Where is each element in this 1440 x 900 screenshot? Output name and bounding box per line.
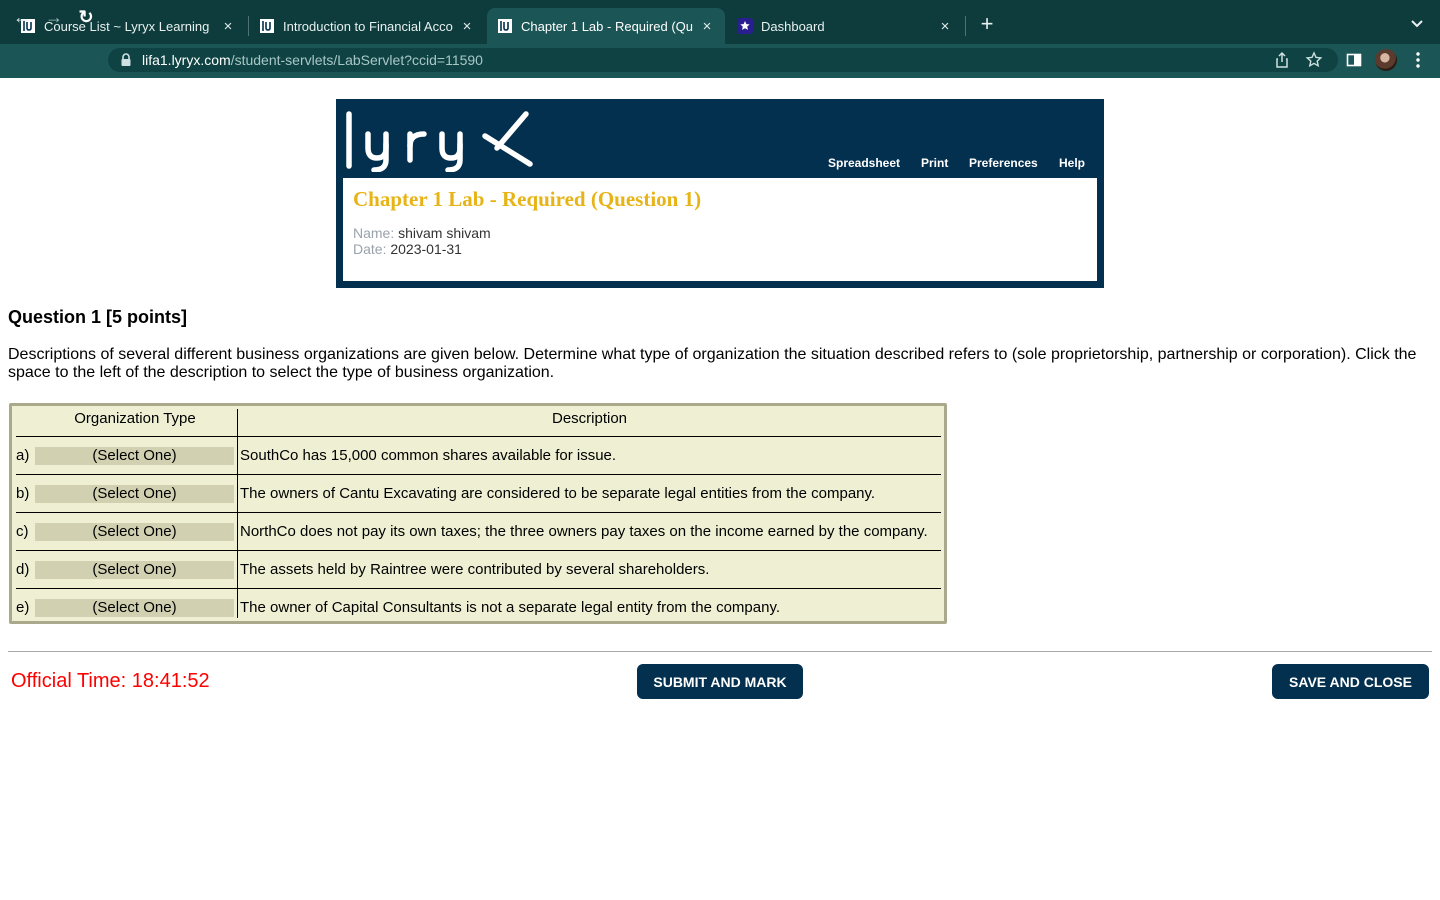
footer-divider bbox=[8, 651, 1432, 652]
row-label: d) bbox=[16, 561, 30, 578]
row-divider bbox=[16, 550, 941, 551]
column-header-organization-type: Organization Type bbox=[74, 410, 196, 427]
spreadsheet-link[interactable]: Spreadsheet bbox=[828, 156, 900, 170]
tab-close-icon[interactable]: × bbox=[937, 18, 953, 35]
row-description: The owners of Cantu Excavating are consi… bbox=[240, 485, 876, 502]
row-description: SouthCo has 15,000 common shares availab… bbox=[240, 447, 617, 464]
row-label: e) bbox=[16, 599, 30, 616]
lab-date: Date: 2023-01-31 bbox=[353, 241, 462, 257]
url-path: /student-servlets/LabServlet?ccid=11590 bbox=[230, 52, 483, 68]
row-description: The assets held by Raintree were contrib… bbox=[240, 561, 710, 578]
column-header-description: Description bbox=[551, 410, 628, 427]
tab-title: Introduction to Financial Accou bbox=[283, 18, 453, 34]
row-divider bbox=[16, 588, 941, 589]
org-type-select-c[interactable]: (Select One) bbox=[35, 523, 234, 541]
side-panel-icon[interactable] bbox=[1345, 51, 1363, 69]
lyryx-logo bbox=[344, 108, 536, 173]
browser-menu-icon[interactable] bbox=[1410, 50, 1426, 70]
row-divider bbox=[16, 436, 941, 437]
row-description: NorthCo does not pay its own taxes; the … bbox=[240, 523, 928, 540]
help-link[interactable]: Help bbox=[1059, 156, 1085, 170]
tab-chapter-lab[interactable]: Chapter 1 Lab - Required (Que × bbox=[487, 8, 725, 44]
org-type-select-d[interactable]: (Select One) bbox=[35, 561, 234, 579]
url-host: lifa1.lyryx.com bbox=[142, 52, 231, 68]
lyryx-favicon-icon bbox=[259, 18, 275, 34]
lab-title: Chapter 1 Lab - Required (Question 1) bbox=[353, 187, 702, 211]
column-divider bbox=[237, 409, 238, 618]
tab-title: Dashboard bbox=[761, 18, 825, 34]
tab-intro-financial[interactable]: Introduction to Financial Accou × bbox=[249, 8, 485, 44]
org-type-select-e[interactable]: (Select One) bbox=[35, 599, 234, 617]
row-description: The owner of Capital Consultants is not … bbox=[240, 599, 781, 616]
row-divider bbox=[16, 512, 941, 513]
back-button[interactable]: ← bbox=[10, 6, 34, 28]
print-link[interactable]: Print bbox=[921, 156, 948, 170]
tab-title: Chapter 1 Lab - Required (Que bbox=[521, 18, 693, 34]
org-type-select-a[interactable]: (Select One) bbox=[35, 447, 234, 465]
tab-separator bbox=[965, 16, 966, 36]
row-label: a) bbox=[16, 447, 30, 464]
reload-button[interactable]: ↻ bbox=[74, 6, 98, 28]
profile-avatar[interactable] bbox=[1375, 49, 1397, 71]
star-favicon-icon bbox=[737, 18, 753, 34]
tab-search-chevron-icon[interactable] bbox=[1406, 14, 1428, 34]
org-type-select-b[interactable]: (Select One) bbox=[35, 485, 234, 503]
date-value: 2023-01-31 bbox=[390, 241, 462, 257]
row-label: b) bbox=[16, 485, 30, 502]
lyryx-favicon-icon bbox=[497, 18, 513, 34]
official-time: Official Time: 18:41:52 bbox=[11, 670, 210, 692]
tab-title: Course List ~ Lyryx Learning In bbox=[44, 18, 214, 34]
name-value: shivam shivam bbox=[398, 225, 491, 241]
bookmark-star-icon[interactable] bbox=[1305, 51, 1323, 69]
url-text[interactable]: lifa1.lyryx.com/student-servlets/LabServ… bbox=[142, 51, 483, 69]
tab-close-icon[interactable]: × bbox=[220, 18, 236, 35]
row-divider bbox=[16, 474, 941, 475]
name-label: Name: bbox=[353, 225, 395, 241]
question-heading: Question 1 [5 points] bbox=[8, 307, 188, 327]
preferences-link[interactable]: Preferences bbox=[969, 156, 1038, 170]
tab-close-icon[interactable]: × bbox=[699, 18, 715, 35]
question-instructions: Descriptions of several different busine… bbox=[8, 346, 1417, 381]
new-tab-button[interactable]: + bbox=[976, 12, 998, 36]
lock-icon[interactable] bbox=[120, 53, 132, 67]
student-name: Name: shivam shivam bbox=[353, 225, 491, 241]
submit-and-mark-button[interactable]: SUBMIT AND MARK bbox=[637, 664, 803, 699]
share-icon[interactable] bbox=[1273, 51, 1291, 69]
forward-button[interactable]: → bbox=[42, 6, 66, 28]
tab-close-icon[interactable]: × bbox=[459, 18, 475, 35]
date-label: Date: bbox=[353, 241, 387, 257]
row-label: c) bbox=[16, 523, 29, 540]
tab-dashboard[interactable]: Dashboard × bbox=[727, 8, 963, 44]
save-and-close-button[interactable]: SAVE AND CLOSE bbox=[1272, 664, 1429, 699]
